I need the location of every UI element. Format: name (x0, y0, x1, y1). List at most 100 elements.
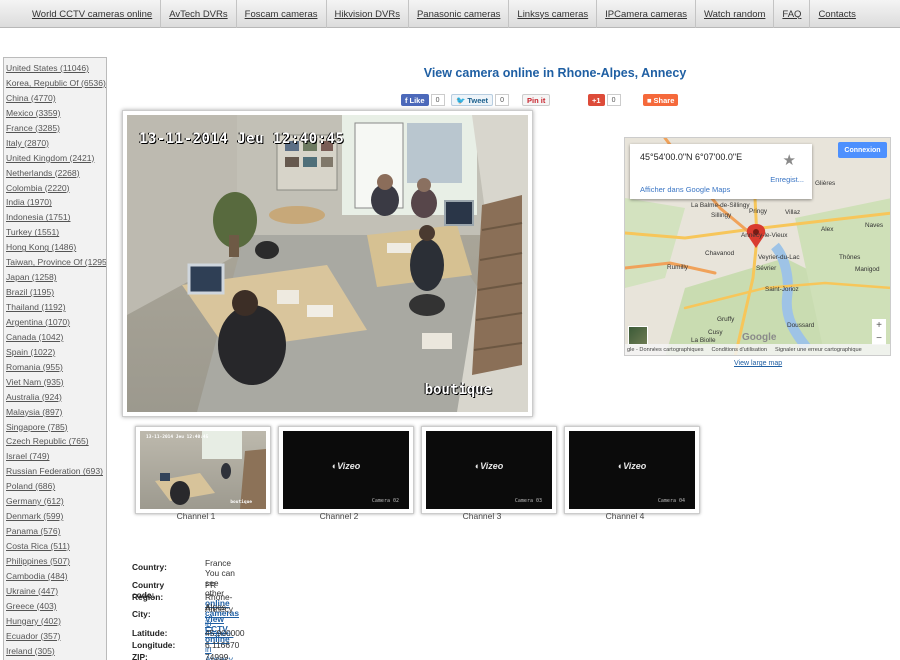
country-list-item[interactable]: Israel (749) (4, 449, 106, 464)
country-list-item[interactable]: Colombia (2220) (4, 181, 106, 196)
country-list-item[interactable]: Japan (1258) (4, 270, 106, 285)
country-link[interactable]: Brazil (1195) (6, 287, 54, 297)
country-list-item[interactable]: Viet Nam (935) (4, 375, 106, 390)
country-list-item[interactable]: United Kingdom (2421) (4, 151, 106, 166)
star-icon[interactable]: ★ (783, 151, 796, 169)
country-list-item[interactable]: Canada (1042) (4, 330, 106, 345)
country-link[interactable]: Germany (612) (6, 496, 64, 506)
country-list-item[interactable]: Mexico (3359) (4, 106, 106, 121)
nav-item-panasonic[interactable]: Panasonic cameras (407, 0, 508, 28)
country-list-item[interactable]: Spain (1022) (4, 345, 106, 360)
country-link[interactable]: Philippines (507) (6, 556, 70, 566)
country-list-item[interactable]: Korea, Republic Of (6536) (4, 76, 106, 91)
country-list-item[interactable]: Turkey (1551) (4, 225, 106, 240)
view-large-map-link[interactable]: View large map (734, 360, 782, 367)
country-list-item[interactable]: United States (11046) (4, 61, 106, 76)
country-link[interactable]: Malaysia (897) (6, 407, 62, 417)
country-list-item[interactable]: Argentina (1070) (4, 315, 106, 330)
facebook-like[interactable]: f Like 0 (401, 93, 445, 107)
channel-4-preview[interactable]: ◐Vizeo Camera 04 (569, 431, 695, 509)
country-link[interactable]: Hungary (402) (6, 616, 61, 626)
google-plus-button[interactable]: +1 (588, 94, 605, 106)
country-link[interactable]: Australia (924) (6, 392, 62, 402)
country-link[interactable]: Spain (1022) (6, 347, 55, 357)
country-list-item[interactable]: China (4770) (4, 91, 106, 106)
map-signin-button[interactable]: Connexion (838, 142, 887, 158)
channel-2-thumbnail[interactable]: ◐Vizeo Camera 02 (278, 426, 414, 514)
country-link[interactable]: Netherlands (2268) (6, 168, 80, 178)
country-link[interactable]: Panama (576) (6, 526, 60, 536)
country-link[interactable]: China (4770) (6, 93, 56, 103)
nav-link[interactable]: Panasonic cameras (417, 9, 500, 20)
country-link[interactable]: Ireland (305) (6, 646, 55, 656)
country-link[interactable]: Colombia (2220) (6, 183, 70, 193)
nav-link[interactable]: IPCamera cameras (605, 9, 687, 20)
channel-1-preview[interactable]: 13-11-2014 Jeu 12:40:45 boutique (140, 431, 266, 509)
country-link[interactable]: Italy (2870) (6, 138, 49, 148)
camera-feed[interactable]: 13-11-2014 Jeu 12:40:45 boutique (127, 115, 528, 412)
country-list-item[interactable]: Poland (686) (4, 479, 106, 494)
nav-item-ipcamera[interactable]: IPCamera cameras (596, 0, 695, 28)
country-list-item[interactable]: Netherlands (2268) (4, 166, 106, 181)
country-list-item[interactable]: India (1970) (4, 195, 106, 210)
nav-item-faq[interactable]: FAQ (773, 0, 809, 28)
country-link[interactable]: Viet Nam (935) (6, 377, 64, 387)
country-link[interactable]: Denmark (599) (6, 511, 63, 521)
country-link[interactable]: Taiwan, Province Of (1295) (6, 257, 106, 267)
country-list-item[interactable]: Russian Federation (693) (4, 464, 106, 479)
country-link[interactable]: Israel (749) (6, 451, 49, 461)
open-in-google-maps-link[interactable]: Afficher dans Google Maps (640, 185, 730, 194)
nav-link[interactable]: FAQ (782, 9, 801, 20)
country-link[interactable]: United States (11046) (6, 63, 89, 73)
nav-item-hikvision[interactable]: Hikvision DVRs (325, 0, 408, 28)
nav-item-watch-random[interactable]: Watch random (695, 0, 773, 28)
country-link[interactable]: Cambodia (484) (6, 571, 68, 581)
country-link[interactable]: Argentina (1070) (6, 317, 70, 327)
main-camera-frame[interactable]: 13-11-2014 Jeu 12:40:45 boutique (122, 110, 533, 417)
nav-link[interactable]: AvTech DVRs (169, 9, 227, 20)
satellite-toggle-thumbnail[interactable] (628, 326, 648, 345)
country-list-item[interactable]: Australia (924) (4, 390, 106, 405)
share-widget[interactable]: ■ Share (643, 93, 679, 107)
country-link[interactable]: France (3285) (6, 123, 60, 133)
map-report-error-link[interactable]: Signaler une erreur cartographique (775, 347, 862, 353)
country-list-item[interactable]: Thailand (1192) (4, 300, 106, 315)
country-list-item[interactable]: Ireland (305) (4, 644, 106, 659)
twitter-tweet[interactable]: 🐦 Tweet 0 (451, 93, 510, 107)
nav-item-foscam[interactable]: Foscam cameras (235, 0, 326, 28)
country-link[interactable]: Poland (686) (6, 481, 55, 491)
country-list-item[interactable]: Panama (576) (4, 524, 106, 539)
country-link[interactable]: Japan (1258) (6, 272, 57, 282)
country-link[interactable]: Mexico (3359) (6, 108, 60, 118)
google-plus-one[interactable]: +1 0 (588, 93, 621, 107)
country-list-item[interactable]: France (3285) (4, 121, 106, 136)
country-list-item[interactable]: Ukraine (447) (4, 584, 106, 599)
country-link[interactable]: Ukraine (447) (6, 586, 58, 596)
nav-item-contacts[interactable]: Contacts (809, 0, 864, 28)
channel-3-preview[interactable]: ◐Vizeo Camera 03 (426, 431, 552, 509)
country-list-item[interactable]: Taiwan, Province Of (1295) (4, 255, 106, 270)
country-link[interactable]: Thailand (1192) (6, 302, 66, 312)
country-list-item[interactable]: Malaysia (897) (4, 405, 106, 420)
nav-link[interactable]: Foscam cameras (245, 9, 318, 20)
country-list-item[interactable]: Germany (612) (4, 494, 106, 509)
facebook-like-button[interactable]: f Like (401, 94, 429, 106)
country-list-item[interactable]: Ecuador (357) (4, 629, 106, 644)
country-list-item[interactable]: Greece (403) (4, 599, 106, 614)
channel-1-thumbnail[interactable]: 13-11-2014 Jeu 12:40:45 boutique (135, 426, 271, 514)
nav-item-world-cctv[interactable]: World CCTV cameras online (24, 0, 160, 28)
nav-link[interactable]: Linksys cameras (517, 9, 588, 20)
nav-item-avtech[interactable]: AvTech DVRs (160, 0, 235, 28)
country-list-item[interactable]: Cambodia (484) (4, 569, 106, 584)
country-list-item[interactable]: Philippines (507) (4, 554, 106, 569)
country-link[interactable]: Costa Rica (511) (6, 541, 70, 551)
nav-link[interactable]: Hikvision DVRs (335, 9, 400, 20)
channel-3-thumbnail[interactable]: ◐Vizeo Camera 03 (421, 426, 557, 514)
country-list-item[interactable]: Singapore (785) (4, 420, 106, 435)
country-list-item[interactable]: Indonesia (1751) (4, 210, 106, 225)
country-list-item[interactable]: Denmark (599) (4, 509, 106, 524)
channel-2-preview[interactable]: ◐Vizeo Camera 02 (283, 431, 409, 509)
map-save-link[interactable]: Enregist... (770, 175, 804, 184)
country-list-item[interactable]: Hong Kong (1486) (4, 240, 106, 255)
country-link[interactable]: Greece (403) (6, 601, 57, 611)
